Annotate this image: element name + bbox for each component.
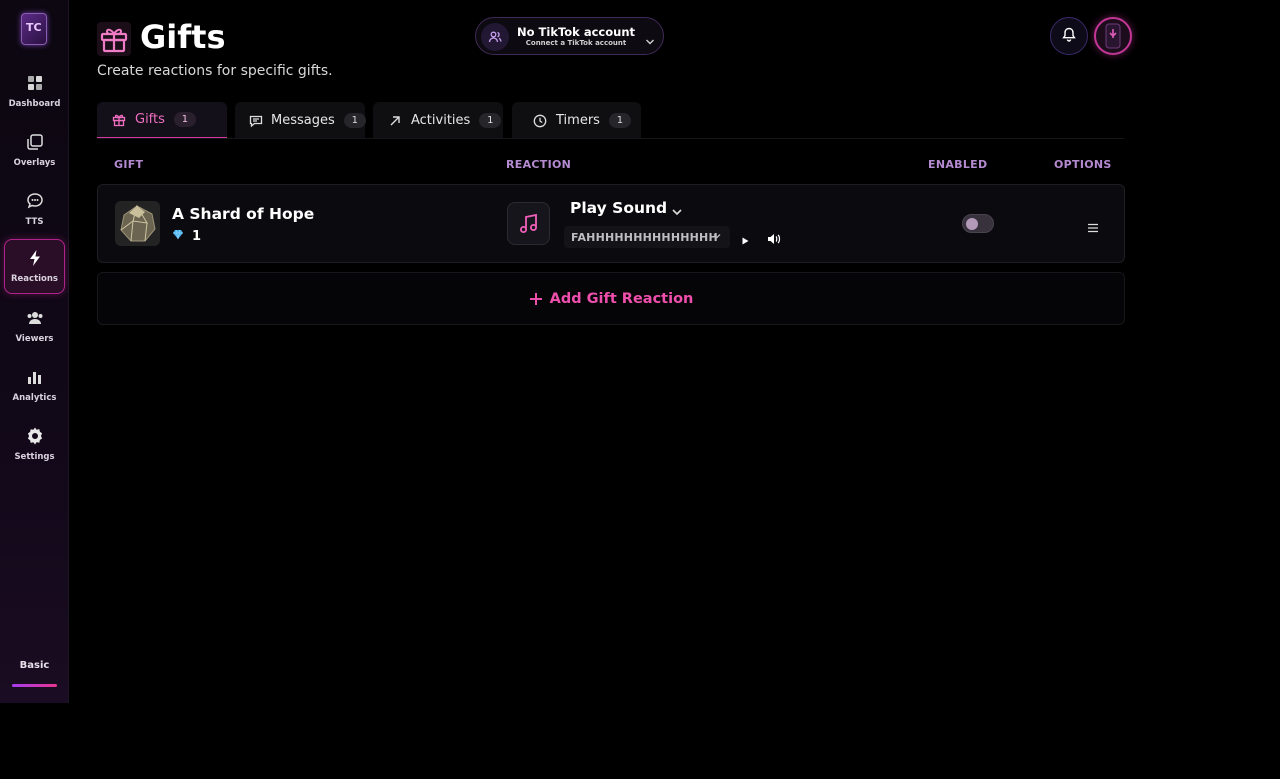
sidebar-item-tts[interactable]: TTS xyxy=(4,183,65,238)
sidebar-item-label: Overlays xyxy=(13,158,56,168)
tab-label: Gifts xyxy=(135,112,165,127)
tab-count-badge: 1 xyxy=(479,113,502,128)
clock-icon xyxy=(532,113,548,129)
tab-gifts[interactable]: Gifts 1 xyxy=(97,102,227,139)
toggle-knob xyxy=(966,218,978,230)
gift-icon xyxy=(97,22,131,56)
volume-icon xyxy=(767,230,781,249)
add-gift-reaction-button[interactable]: Add Gift Reaction xyxy=(97,272,1125,325)
diamond-icon xyxy=(172,229,184,244)
tab-count-badge: 1 xyxy=(173,112,196,127)
play-sound-button[interactable] xyxy=(740,231,750,250)
notifications-button[interactable] xyxy=(1050,17,1088,55)
page-subtitle: Create reactions for specific gifts. xyxy=(97,63,333,79)
gift-cost: 1 xyxy=(172,229,201,244)
tab-messages[interactable]: Messages 1 xyxy=(235,102,366,139)
app-root: TC Dashboard Overlays TTS Reactions View… xyxy=(0,0,1280,779)
sidebar: TC Dashboard Overlays TTS Reactions View… xyxy=(0,0,69,703)
chevron-down-icon xyxy=(712,231,722,244)
column-header-reaction: REACTION xyxy=(506,158,572,171)
tab-divider xyxy=(97,138,1124,139)
arrow-up-right-icon xyxy=(387,113,403,129)
add-button-label: Add Gift Reaction xyxy=(549,290,694,307)
gear-icon xyxy=(25,426,45,446)
plan-progress-bar xyxy=(12,684,57,687)
tab-count-badge: 1 xyxy=(343,113,366,128)
enabled-toggle[interactable] xyxy=(962,214,994,233)
options-menu-button[interactable] xyxy=(1087,218,1099,237)
gift-cost-value: 1 xyxy=(192,229,202,244)
reaction-type-dropdown[interactable] xyxy=(671,202,683,221)
sidebar-item-settings[interactable]: Settings xyxy=(4,418,65,473)
users-icon xyxy=(25,308,45,328)
chat-bubble-icon xyxy=(25,191,45,211)
column-header-gift: GIFT xyxy=(114,158,144,171)
sidebar-item-analytics[interactable]: Analytics xyxy=(4,359,65,414)
sound-select[interactable]: FAHHHHHHHHHHHHHH xyxy=(564,226,730,248)
chevron-down-icon xyxy=(645,31,655,50)
column-header-enabled: ENABLED xyxy=(928,158,988,171)
bell-icon xyxy=(1062,27,1076,46)
tab-timers[interactable]: Timers 1 xyxy=(512,102,641,139)
tiktok-account-selector[interactable]: No TikTok account Connect a TikTok accou… xyxy=(475,17,664,55)
tab-activities[interactable]: Activities 1 xyxy=(373,102,503,139)
sidebar-item-label: Dashboard xyxy=(8,99,61,109)
sidebar-item-label: Analytics xyxy=(12,393,57,403)
gift-name: A Shard of Hope xyxy=(172,205,315,223)
column-header-options: OPTIONS xyxy=(1054,158,1112,171)
play-icon xyxy=(740,231,750,250)
reaction-type[interactable]: Play Sound xyxy=(570,199,667,217)
page-title: Gifts xyxy=(140,18,226,56)
dashboard-icon xyxy=(25,73,45,93)
plus-icon xyxy=(529,292,543,306)
music-note-icon xyxy=(507,202,550,245)
bar-chart-icon xyxy=(25,367,45,387)
volume-button[interactable] xyxy=(767,230,781,249)
menu-icon xyxy=(1087,218,1099,237)
logo-text: TC xyxy=(26,21,42,34)
gift-image xyxy=(115,201,160,246)
sidebar-item-viewers[interactable]: Viewers xyxy=(4,300,65,355)
sidebar-item-label: TTS xyxy=(25,217,44,227)
tab-count-badge: 1 xyxy=(608,113,631,128)
tab-label: Messages xyxy=(271,113,335,128)
tab-label: Activities xyxy=(411,113,471,128)
lightning-icon xyxy=(25,248,45,268)
sidebar-item-label: Reactions xyxy=(10,274,58,284)
sidebar-item-label: Viewers xyxy=(15,334,54,344)
user-avatar[interactable] xyxy=(1094,17,1132,55)
sound-name: FAHHHHHHHHHHHHHH xyxy=(571,230,718,244)
chevron-down-icon xyxy=(671,202,683,221)
sidebar-item-label: Settings xyxy=(14,452,55,462)
gift-icon xyxy=(111,112,127,128)
app-logo[interactable]: TC xyxy=(21,13,47,45)
plan-label: Basic xyxy=(19,660,50,671)
tab-label: Timers xyxy=(556,113,600,128)
overlays-icon xyxy=(25,132,45,152)
sidebar-item-reactions[interactable]: Reactions xyxy=(4,239,65,294)
sidebar-item-dashboard[interactable]: Dashboard xyxy=(4,65,65,120)
message-icon xyxy=(249,113,263,129)
sidebar-item-overlays[interactable]: Overlays xyxy=(4,124,65,179)
table-row: A Shard of Hope 1 Play Sound FAHHHHHHHHH… xyxy=(97,184,1125,263)
